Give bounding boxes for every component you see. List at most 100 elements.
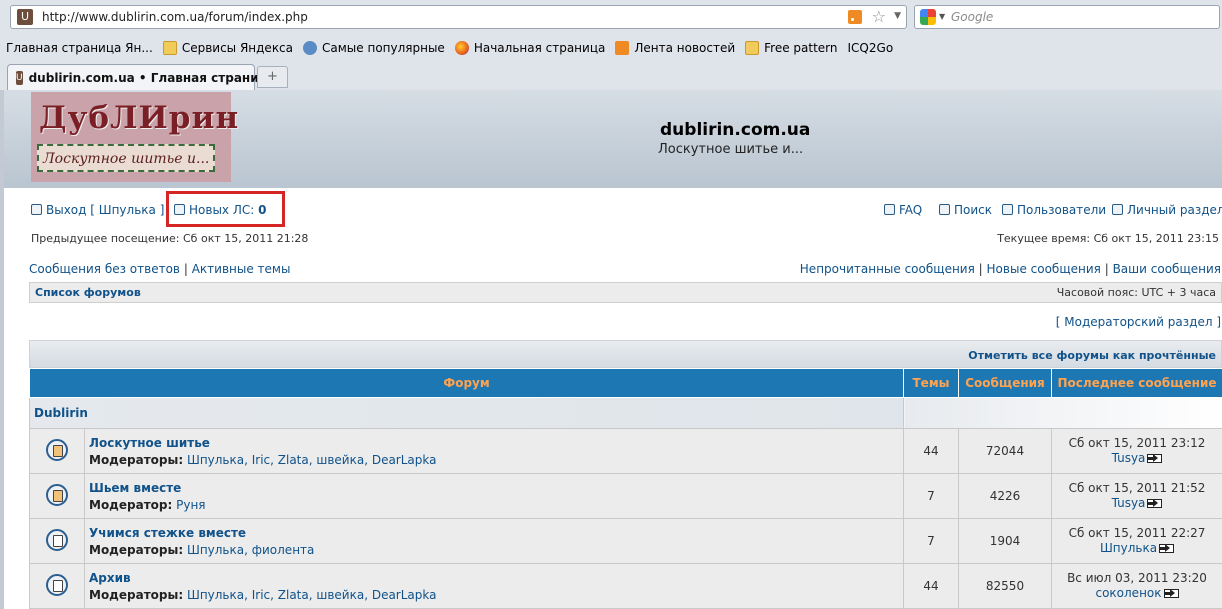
- address-bar[interactable]: U http://www.dublirin.com.ua/forum/index…: [10, 5, 907, 29]
- bookmark-item[interactable]: ICQ2Go: [0, 41, 894, 142]
- goto-last-post-icon[interactable]: [1147, 499, 1163, 508]
- moderator-links[interactable]: Шпулька, фиолента: [187, 543, 314, 557]
- bookmark-item[interactable]: Free pattern: [745, 41, 838, 55]
- logout-link[interactable]: Выход [ Шпулька ]: [31, 203, 164, 217]
- goto-last-post-icon[interactable]: [1163, 589, 1179, 598]
- user-panel-icon: [1112, 204, 1123, 215]
- bookmark-item[interactable]: Самые популярные: [303, 41, 445, 55]
- your-posts-link[interactable]: Ваши сообщения: [1113, 262, 1221, 276]
- active-topics-link[interactable]: Активные темы: [192, 262, 291, 276]
- faq-link[interactable]: FAQ: [884, 203, 922, 217]
- site-identity-icon[interactable]: U: [17, 9, 33, 25]
- search-label[interactable]: Поиск: [954, 203, 992, 217]
- tab-title[interactable]: dublirin.com.ua • Главная страница: [29, 71, 276, 85]
- separator: |: [1104, 262, 1109, 276]
- rss-icon[interactable]: [848, 10, 862, 24]
- faq-label[interactable]: FAQ: [899, 203, 922, 217]
- navbar: Список форумов Часовой пояс: UTC + 3 час…: [29, 282, 1222, 303]
- topics-count: 7: [903, 473, 959, 519]
- col-forum: Форум: [29, 368, 904, 398]
- moderator-links[interactable]: Руня: [176, 498, 205, 512]
- bookmark-item[interactable]: Лента новостей: [615, 41, 735, 55]
- forum-name-link[interactable]: Архив: [89, 571, 903, 585]
- timezone: Часовой пояс: UTC + 3 часа: [1056, 286, 1216, 299]
- bookmark-star-icon[interactable]: ☆: [872, 7, 886, 26]
- moderators-label: Модераторы:: [89, 452, 184, 467]
- last-post-author[interactable]: Tusya: [1112, 451, 1146, 465]
- posts-count: 82550: [958, 563, 1052, 609]
- forum-read-icon: [46, 528, 68, 551]
- bookmark-label[interactable]: Начальная страница: [474, 41, 606, 55]
- google-icon[interactable]: [920, 9, 936, 25]
- forum-moderators: Модераторы: Шпулька, Iric, Zlata, швейка…: [89, 588, 903, 602]
- forum-moderators: Модераторы: Шпулька, фиолента: [89, 543, 903, 557]
- separator: |: [978, 262, 983, 276]
- chevron-down-icon[interactable]: ▼: [939, 12, 945, 21]
- forum-info: Шьем вместе Модератор: Руня: [84, 473, 904, 519]
- forum-status-cell: [29, 518, 85, 564]
- forum-name-link[interactable]: Шьем вместе: [89, 481, 903, 495]
- topics-count: 7: [903, 518, 959, 564]
- forum-info: Лоскутное шитье Модераторы: Шпулька, Iri…: [84, 428, 904, 474]
- logout-label[interactable]: Выход [ Шпулька ]: [46, 203, 164, 217]
- folder-icon: [162, 41, 177, 55]
- address-url[interactable]: http://www.dublirin.com.ua/forum/index.p…: [42, 10, 308, 24]
- moderator-panel-link[interactable]: [ Модераторский раздел ]: [1056, 315, 1221, 329]
- browser-chrome: U http://www.dublirin.com.ua/forum/index…: [0, 0, 1222, 142]
- forum-info: Архив Модераторы: Шпулька, Iric, Zlata, …: [84, 563, 904, 609]
- last-post-author[interactable]: соколенок: [1095, 586, 1161, 600]
- members-label[interactable]: Пользователи: [1017, 203, 1106, 217]
- search-bar[interactable]: ▼ Google: [914, 5, 1220, 29]
- bookmark-label[interactable]: Самые популярные: [322, 41, 445, 55]
- goto-last-post-icon[interactable]: [1147, 454, 1163, 463]
- unanswered-link[interactable]: Сообщения без ответов: [29, 262, 180, 276]
- category-name[interactable]: Dublirin: [29, 397, 904, 429]
- bookmark-label[interactable]: ICQ2Go: [848, 41, 894, 55]
- last-post-author[interactable]: Tusya: [1112, 496, 1146, 510]
- breadcrumb[interactable]: Список форумов: [35, 286, 141, 299]
- ucp-link[interactable]: Личный раздел: [1112, 203, 1222, 217]
- members-link[interactable]: Пользователи: [1002, 203, 1106, 217]
- moderator-links[interactable]: Шпулька, Iric, Zlata, швейка, DearLapka: [187, 453, 437, 467]
- topics-count: 44: [903, 428, 959, 474]
- bookmark-item[interactable]: Главная страница Ян...: [6, 41, 153, 55]
- new-posts-link[interactable]: Новые сообщения: [987, 262, 1101, 276]
- unread-link[interactable]: Непрочитанные сообщения: [800, 262, 975, 276]
- category-row: Dublirin: [29, 397, 1222, 429]
- forum-name-link[interactable]: Учимся стежке вместе: [89, 526, 903, 540]
- site-logo[interactable]: ДубЛИрин Лоскутное шитье и...: [31, 92, 238, 182]
- highlight-box: [166, 191, 285, 227]
- search-link[interactable]: Поиск: [939, 203, 992, 217]
- bookmark-label[interactable]: Free pattern: [764, 41, 837, 55]
- posts-count: 4226: [958, 473, 1052, 519]
- bookmark-item[interactable]: Начальная страница: [454, 41, 606, 55]
- moderators-label: Модератор:: [89, 497, 173, 512]
- forum-status-cell: [29, 428, 85, 474]
- col-topics: Темы: [903, 368, 959, 398]
- ucp-label[interactable]: Личный раздел: [1127, 203, 1222, 217]
- tab-active[interactable]: U dublirin.com.ua • Главная страница: [7, 64, 276, 90]
- bookmark-label[interactable]: Лента новостей: [634, 41, 735, 55]
- topics-count: 44: [903, 563, 959, 609]
- forum-name-link[interactable]: Лоскутное шитье: [89, 436, 903, 450]
- logo-title: ДубЛИрин: [39, 100, 240, 136]
- goto-last-post-icon[interactable]: [1159, 544, 1175, 553]
- posts-count: 72044: [958, 428, 1052, 474]
- moderators-label: Модераторы:: [89, 587, 184, 602]
- new-tab-button[interactable]: +: [257, 66, 288, 88]
- bookmark-label[interactable]: Главная страница Ян...: [6, 41, 153, 55]
- mark-all-read-link[interactable]: Отметить все форумы как прочтённые: [968, 349, 1216, 362]
- search-icon: [939, 204, 950, 215]
- forum-row: Шьем вместе Модератор: Руня 7 4226 Сб ок…: [29, 473, 1222, 519]
- forum-row: Учимся стежке вместе Модераторы: Шпулька…: [29, 518, 1222, 564]
- bookmark-label[interactable]: Сервисы Яндекса: [182, 41, 293, 55]
- quicklinks-left: Сообщения без ответов | Активные темы: [29, 262, 290, 276]
- faq-icon: [884, 204, 895, 215]
- bookmark-item[interactable]: Сервисы Яндекса: [162, 41, 293, 55]
- chevron-down-icon[interactable]: ▼: [894, 11, 901, 21]
- search-input[interactable]: Google: [951, 10, 993, 24]
- last-post-author[interactable]: Шпулька: [1100, 541, 1157, 555]
- last-post-date: Сб окт 15, 2011 21:52: [1068, 481, 1206, 495]
- moderators-label: Модераторы:: [89, 542, 184, 557]
- moderator-links[interactable]: Шпулька, Iric, Zlata, швейка, DearLapka: [187, 588, 437, 602]
